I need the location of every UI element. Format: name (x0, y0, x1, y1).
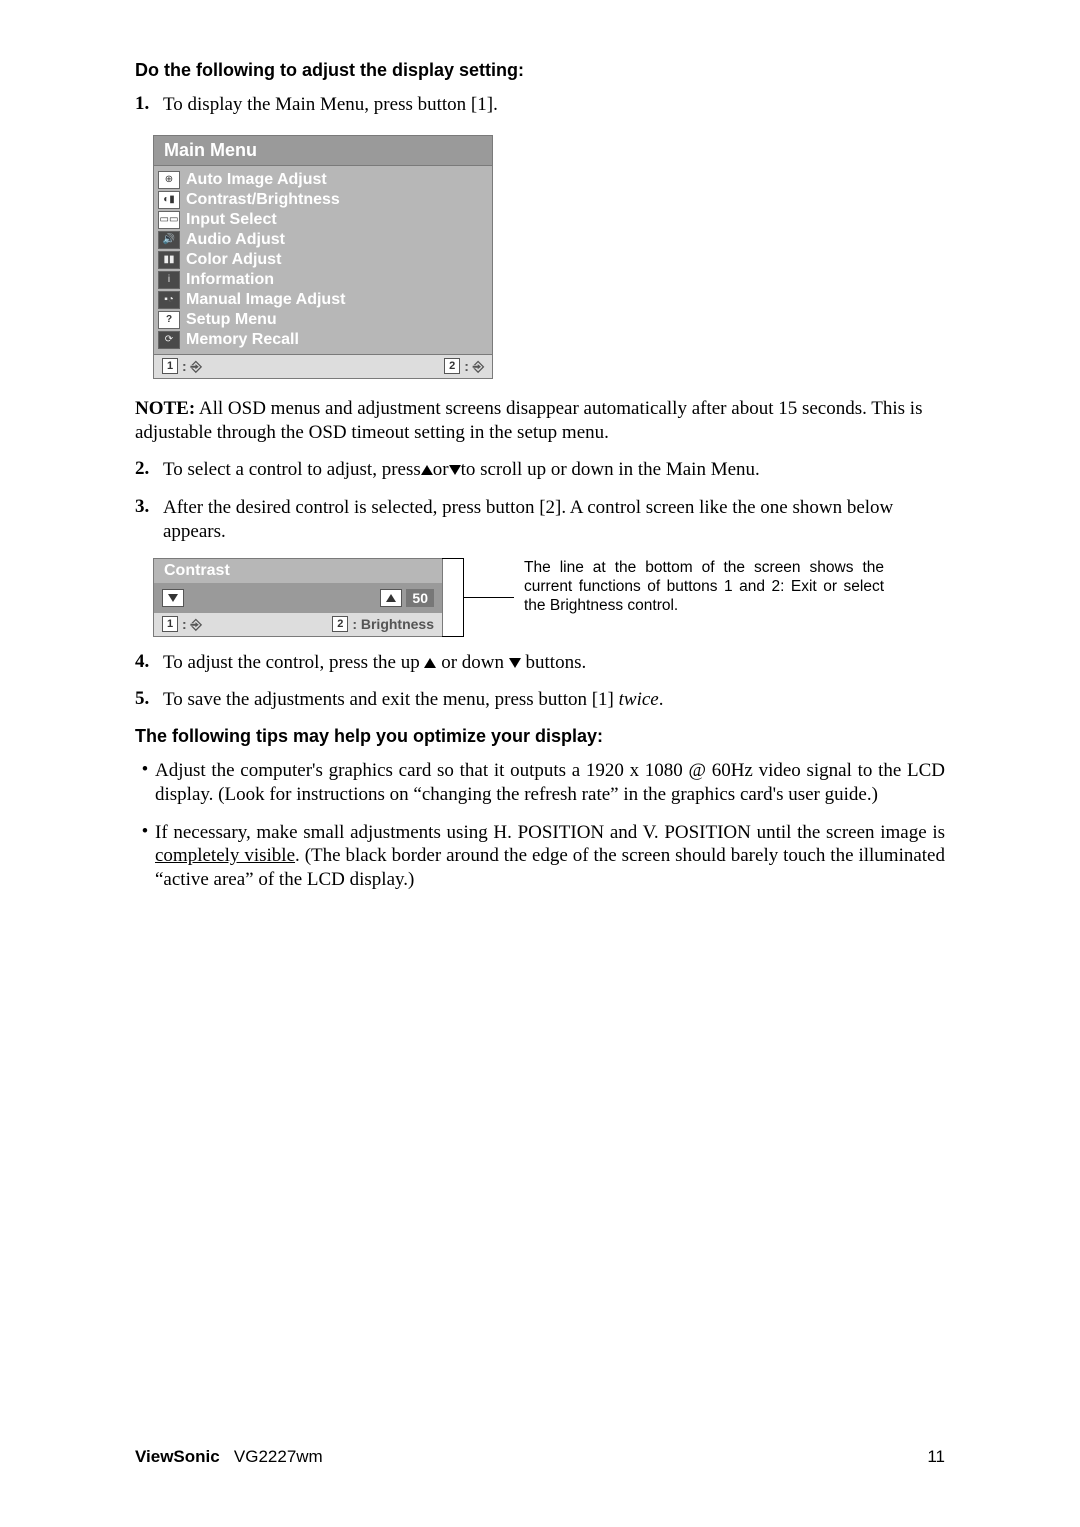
osd-item: Manual Image Adjust (186, 291, 345, 309)
bullet-1-text: Adjust the computer's graphics card so t… (155, 759, 945, 807)
memory-recall-icon: ⟳ (158, 331, 180, 349)
osd-item: Input Select (186, 211, 277, 229)
step-2-num: 2. (135, 458, 163, 482)
down-control-icon (162, 589, 184, 607)
heading-tips: The following tips may help you optimize… (135, 726, 945, 747)
footer-page-number: 11 (927, 1447, 945, 1467)
setup-icon: ? (158, 311, 180, 329)
osd-item: Contrast/Brightness (186, 191, 340, 209)
osd-main-menu: Main Menu ⊕ Auto Image Adjust ◐▮ Contrast/… (153, 135, 493, 379)
contrast-value: 50 (406, 589, 434, 607)
down-arrow-icon (449, 465, 461, 475)
bullet-dot: • (135, 821, 155, 892)
up-arrow-icon (421, 465, 433, 475)
note-text: All OSD menus and adjustment screens dis… (135, 398, 923, 443)
step-2: 2. To select a control to adjust, presso… (135, 458, 945, 482)
key-1: 1 (162, 358, 178, 374)
key-2: 2 (444, 358, 460, 374)
bullet-2-text: If necessary, make small adjustments usi… (155, 821, 945, 892)
note-label: NOTE: (135, 398, 195, 419)
brightness-label: : Brightness (352, 616, 434, 632)
osd-item: Setup Menu (186, 311, 277, 329)
color-icon: ▮▮ (158, 251, 180, 269)
contrast-figure: Contrast 50 1 : ⎆ 2: Brightness The line… (153, 558, 945, 637)
twice-italic: twice (619, 689, 659, 710)
step-2-text: To select a control to adjust, pressorto… (163, 458, 760, 482)
side-note: The line at the bottom of the screen sho… (524, 558, 884, 616)
up-arrow-icon (424, 658, 436, 668)
bullet-1: • Adjust the computer's graphics card so… (135, 759, 945, 807)
step-1-num: 1. (135, 93, 163, 117)
step-4: 4. To adjust the control, press the up o… (135, 651, 945, 675)
bullet-dot: • (135, 759, 155, 807)
osd-item: Information (186, 271, 274, 289)
osd-body: ⊕ Auto Image Adjust ◐▮ Contrast/Brightness… (153, 166, 493, 355)
step-3: 3. After the desired control is selected… (135, 496, 945, 544)
step-4-num: 4. (135, 651, 163, 675)
auto-image-icon: ⊕ (158, 171, 180, 189)
osd-title: Main Menu (153, 135, 493, 166)
step-1-text: To display the Main Menu, press button [… (163, 93, 498, 117)
osd-item: Audio Adjust (186, 231, 285, 249)
step-5: 5. To save the adjustments and exit the … (135, 688, 945, 712)
up-control-icon (380, 589, 402, 607)
step-5-num: 5. (135, 688, 163, 712)
contrast-osd: Contrast 50 1 : ⎆ 2: Brightness (153, 558, 443, 637)
note-paragraph: NOTE: All OSD menus and adjustment scree… (135, 397, 945, 445)
contrast-osd-footer: 1 : ⎆ 2: Brightness (154, 613, 442, 636)
heading-adjust: Do the following to adjust the display s… (135, 60, 945, 81)
info-icon: i (158, 271, 180, 289)
step-3-num: 3. (135, 496, 163, 544)
contrast-icon: ◐▮ (158, 191, 180, 209)
down-arrow-icon (509, 658, 521, 668)
step-5-text: To save the adjustments and exit the men… (163, 688, 664, 712)
callout-bracket (442, 558, 464, 637)
footer-brand: ViewSonic (135, 1447, 220, 1466)
osd-item: Color Adjust (186, 251, 281, 269)
step-1: 1. To display the Main Menu, press butto… (135, 93, 945, 117)
completely-visible: completely visible (155, 845, 295, 866)
step-4-text: To adjust the control, press the up or d… (163, 651, 586, 675)
osd-footer: 1 : ⎆ 2 : ⎆ (153, 355, 493, 379)
input-select-icon: ▭▭ (158, 211, 180, 229)
callout-connector (464, 597, 514, 598)
audio-icon: 🔊 (158, 231, 180, 249)
key-2: 2 (332, 616, 348, 632)
footer-model: VG2227wm (234, 1447, 323, 1466)
bullet-2: • If necessary, make small adjustments u… (135, 821, 945, 892)
key-1: 1 (162, 616, 178, 632)
step-3-text: After the desired control is selected, p… (163, 496, 945, 544)
osd-item: Memory Recall (186, 331, 299, 349)
manual-image-icon: ▪◔ (158, 291, 180, 309)
osd-item: Auto Image Adjust (186, 171, 327, 189)
contrast-osd-title: Contrast (154, 559, 442, 583)
page-footer: ViewSonic VG2227wm 11 (135, 1447, 945, 1467)
